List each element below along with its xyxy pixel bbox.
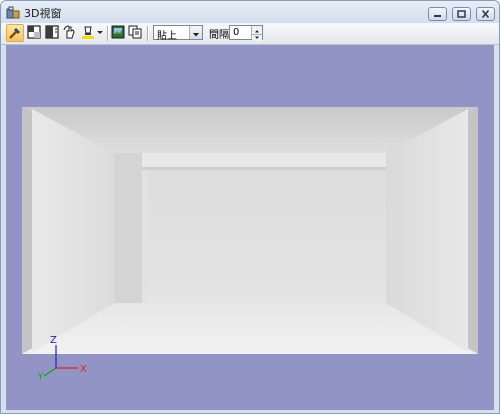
pick-tool-button[interactable]: [6, 24, 24, 42]
copy-view-icon: [128, 25, 142, 39]
app-3d-icon: [6, 5, 20, 19]
room-scene: [22, 107, 478, 377]
select-dropdown-button[interactable]: [189, 26, 202, 39]
rotate-hand-button[interactable]: [62, 24, 80, 42]
y-axis-line: [43, 367, 57, 377]
toolbar-separator: [107, 26, 109, 41]
y-axis-label: Y: [38, 372, 43, 381]
spacing-value[interactable]: 0: [233, 27, 239, 38]
x-axis-label: X: [80, 364, 87, 375]
back-wall: [114, 153, 386, 303]
paste-mode-select[interactable]: 貼上: [153, 25, 203, 42]
spacing-spinner[interactable]: 0: [229, 25, 263, 41]
render-image-button[interactable]: [110, 24, 128, 42]
chevron-down-icon: [97, 31, 103, 34]
render-image-icon: [111, 25, 125, 39]
close-icon: [481, 9, 490, 19]
spin-up-button[interactable]: [252, 28, 262, 34]
toolbar-separator: [147, 26, 149, 41]
paste-mode-value: 貼上: [157, 31, 177, 42]
minimize-icon: [434, 15, 441, 17]
3d-viewport[interactable]: Z X Y: [6, 45, 494, 410]
minimize-button[interactable]: [428, 7, 447, 21]
copy-view-button[interactable]: [127, 24, 145, 42]
light-bulb-icon: [82, 26, 94, 39]
spinner-buttons: [251, 26, 262, 41]
wall-column: [114, 153, 142, 303]
3d-viewer-window: 3D視窗 貼上 間隔 0 Z X Y: [0, 0, 500, 414]
chevron-down-icon: [193, 33, 199, 37]
window-title: 3D視窗: [24, 7, 62, 20]
view-tile-icon: [27, 25, 41, 39]
pick-tool-icon: [9, 28, 20, 39]
room-model[interactable]: [22, 107, 478, 354]
rotate-hand-icon: [63, 25, 75, 39]
view-single-icon: [45, 25, 59, 39]
title-bar[interactable]: 3D視窗: [1, 1, 499, 23]
close-button[interactable]: [476, 7, 495, 21]
light-dropdown-button[interactable]: [95, 24, 105, 42]
view-single-button[interactable]: [44, 24, 62, 42]
restore-icon: [457, 10, 466, 18]
left-edge-strip: [22, 107, 32, 354]
beam-shadow: [142, 167, 386, 170]
column-side: [142, 153, 148, 303]
right-edge-strip: [468, 107, 478, 354]
view-tile-button[interactable]: [26, 24, 44, 42]
restore-button[interactable]: [452, 7, 471, 21]
ceiling-beam: [142, 153, 386, 167]
spacing-label: 間隔: [209, 30, 229, 41]
z-axis-label: Z: [50, 335, 57, 346]
spin-down-button[interactable]: [252, 35, 262, 41]
